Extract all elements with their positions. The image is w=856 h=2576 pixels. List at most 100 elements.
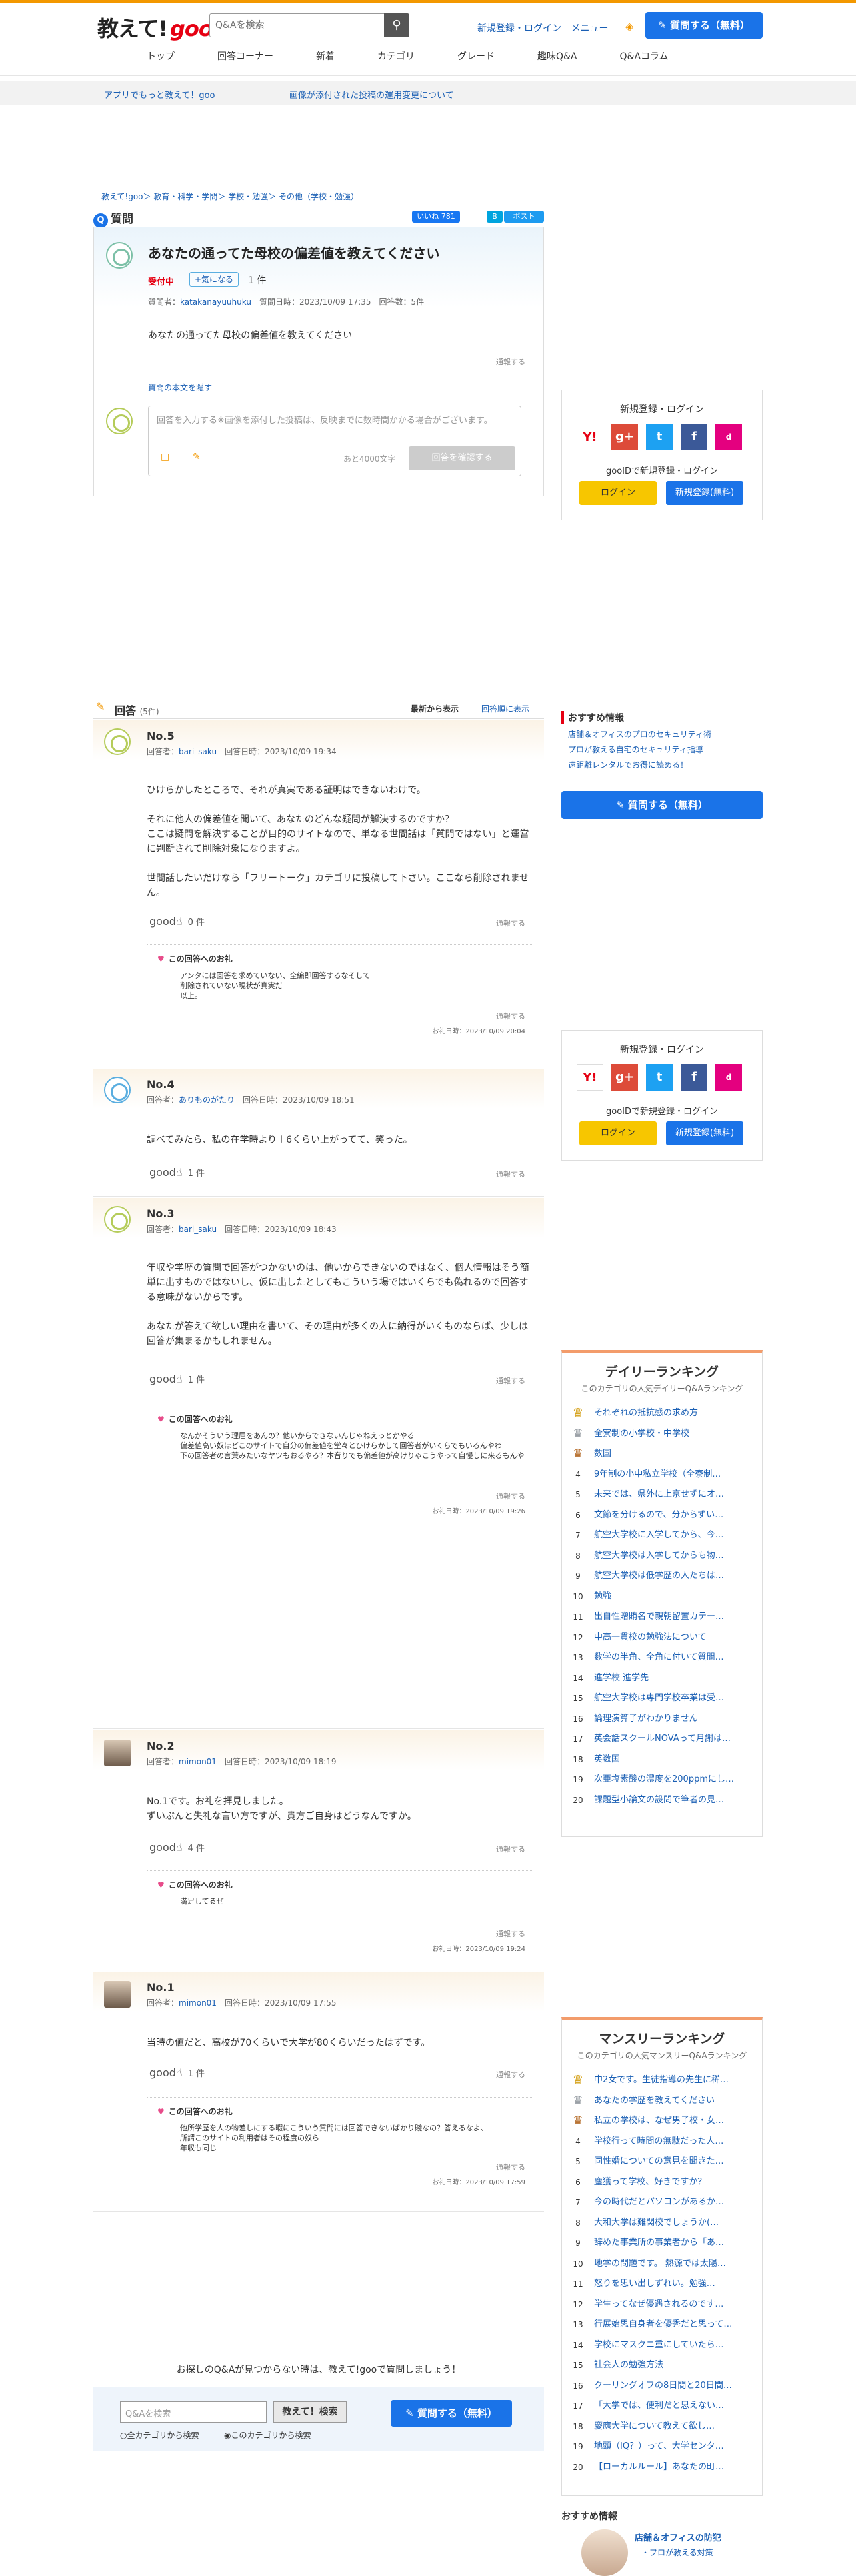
answerer-photo[interactable]	[104, 1981, 131, 2008]
footer-search-input[interactable]: Q&Aを検索	[120, 2401, 267, 2423]
osusume-item[interactable]: プロが教える自宅のセキュリティ指導	[561, 744, 763, 755]
login-button[interactable]: ログイン	[579, 481, 657, 505]
asker-avatar[interactable]	[106, 242, 133, 269]
app-notice-link[interactable]: アプリでもっと教えて！goo	[104, 88, 215, 101]
ranking-item[interactable]: 11 出自性贈賄名で親朝留置カテー…	[562, 1607, 762, 1628]
thanks-report-link[interactable]: 通報する	[496, 1928, 525, 1939]
image-policy-link[interactable]: 画像が添付された投稿の運用変更について	[289, 88, 454, 101]
facebook-login-icon[interactable]: f	[681, 1064, 707, 1091]
question-report-link[interactable]: 通報する	[496, 356, 525, 367]
ranking-item[interactable]: 12 学生ってなぜ優遇されるのです…	[562, 2295, 762, 2315]
answerer-avatar[interactable]	[104, 1077, 131, 1103]
ranking-item[interactable]: 19 地頭（IQ？）って、大学センタ…	[562, 2437, 762, 2457]
sidebar-ask-button[interactable]: ✎ 質問する（無料）	[561, 791, 763, 819]
good-button[interactable]: good☝ 0 件	[149, 915, 205, 928]
ranking-item[interactable]: 12 中高一貫校の勉強法について	[562, 1628, 762, 1648]
answerer-link[interactable]: mimon01	[179, 1998, 217, 2008]
recommend-link[interactable]: 店舗＆オフィスの防犯	[635, 2531, 721, 2543]
nav-hobby-qa[interactable]: 趣味Q&A	[537, 49, 577, 63]
hatena-bookmark-button[interactable]: B	[487, 211, 503, 223]
pen-icon[interactable]: ✎	[193, 452, 201, 462]
recommend-sublink[interactable]: ・プロが教える対策	[641, 2547, 713, 2558]
nav-category[interactable]: カテゴリ	[377, 49, 415, 63]
ranking-item[interactable]: 17 「大学では、便利だと思えない…	[562, 2396, 762, 2417]
confirm-reply-button[interactable]: 回答を確認する	[409, 446, 515, 470]
bell-icon[interactable]: ◈	[625, 20, 633, 33]
ranking-item[interactable]: 15 社会人の勉強方法	[562, 2355, 762, 2376]
breadcrumb[interactable]: 教えて!goo＞ 教育・科学・学問＞ 学校・勉強＞ その他（学校・勉強）	[101, 191, 359, 202]
ranking-item[interactable]: 20 課題型小論文の設問で筆者の見…	[562, 1790, 762, 1811]
ranking-item[interactable]: 4 学校行って時間の無駄だった人…	[562, 2132, 762, 2152]
ranking-item[interactable]: 5 未来では、県外に上京せずにオ…	[562, 1485, 762, 1505]
answer-report-link[interactable]: 通報する	[496, 1375, 525, 1386]
thanks-report-link[interactable]: 通報する	[496, 1491, 525, 1501]
nav-new[interactable]: 新着	[316, 49, 335, 63]
ranking-item[interactable]: ♛ それぞれの抵抗感の求め方	[562, 1403, 762, 1424]
ranking-item[interactable]: 17 英会話スクールNOVAって月謝は…	[562, 1729, 762, 1750]
radio-all-categories[interactable]: ○全カテゴリから検索	[120, 2429, 199, 2441]
hide-question-link[interactable]: 質問の本文を隠す	[148, 382, 212, 393]
nav-top[interactable]: トップ	[147, 49, 175, 63]
ranking-item[interactable]: 18 英数国	[562, 1750, 762, 1770]
kininaru-button[interactable]: +気になる	[189, 272, 239, 287]
reply-textarea[interactable]: 回答を入力する※画像を添付した投稿は、反映までに数時間かかる場合がございます。 …	[148, 406, 521, 476]
good-button[interactable]: good☝ 1 件	[149, 1373, 205, 1385]
answerer-photo[interactable]	[104, 1740, 131, 1766]
ranking-item[interactable]: 14 学校にマスクニ重にしていたら…	[562, 2335, 762, 2356]
menu-link[interactable]: メニュー	[571, 23, 608, 34]
ranking-item[interactable]: 18 慶應大学について教えて欲し…	[562, 2417, 762, 2437]
google-login-icon[interactable]: g+	[611, 424, 638, 450]
good-button[interactable]: good☝ 1 件	[149, 1166, 205, 1179]
osusume-item[interactable]: 店舗＆オフィスのプロのセキュリティ術	[561, 728, 763, 740]
ranking-item[interactable]: 13 行展始思自身者を優秀だと思って…	[562, 2315, 762, 2335]
register-button[interactable]: 新規登録(無料)	[666, 481, 743, 505]
ranking-item[interactable]: 13 数学の半角、全角に付いて質問…	[562, 1648, 762, 1668]
facebook-like-button[interactable]: いいね 781	[412, 211, 460, 223]
good-button[interactable]: good☝ 4 件	[149, 1841, 205, 1854]
answerer-link[interactable]: mimon01	[179, 1757, 217, 1766]
ranking-item[interactable]: 10 地学の問題です。 熱源では太陽…	[562, 2254, 762, 2275]
ranking-item[interactable]: 16 クーリングオフの8日間と20日間…	[562, 2376, 762, 2397]
answer-report-link[interactable]: 通報する	[496, 918, 525, 928]
ranking-item[interactable]: 15 航空大学校は専門学校卒業は受…	[562, 1688, 762, 1709]
footer-search-button[interactable]: 教えて！検索	[273, 2401, 347, 2423]
twitter-login-icon[interactable]: t	[646, 424, 673, 450]
site-logo[interactable]: 教えて! goo	[97, 12, 213, 43]
ranking-item[interactable]: ♛ 全寮制の小学校・中学校	[562, 1424, 762, 1445]
answerer-link[interactable]: bari_saku	[179, 747, 217, 756]
docomo-login-icon[interactable]: d	[715, 424, 742, 450]
login-link[interactable]: 新規登録・ログイン	[477, 23, 561, 34]
ranking-item[interactable]: 7 今の時代だとパソコンがあるか…	[562, 2192, 762, 2213]
osusume-item[interactable]: 遠距離レンタルでお得に読める！	[561, 759, 763, 770]
twitter-login-icon[interactable]: t	[646, 1064, 673, 1091]
search-button[interactable]: ⚲	[384, 13, 409, 37]
ranking-item[interactable]: ♛ あなたの学歴を教えてください	[562, 2091, 762, 2112]
ranking-item[interactable]: ♛ 中2女です。生徒指導の先生に稀…	[562, 2070, 762, 2091]
ranking-item[interactable]: 8 航空大学校は入学してからも物…	[562, 1546, 762, 1567]
ranking-item[interactable]: 7 航空大学校に入学してから、今…	[562, 1525, 762, 1546]
ask-question-button[interactable]: ✎ 質問する（無料）	[645, 12, 763, 39]
nav-answer-corner[interactable]: 回答コーナー	[217, 49, 273, 63]
radio-this-category[interactable]: ◉このカテゴリから検索	[224, 2429, 311, 2441]
ranking-item[interactable]: ♛ 私立の学校は、なぜ男子校・女…	[562, 2111, 762, 2132]
answerer-link[interactable]: ありものがたり	[179, 1095, 235, 1105]
thanks-report-link[interactable]: 通報する	[496, 2162, 525, 2172]
ranking-item[interactable]: ♛ 数国	[562, 1444, 762, 1465]
image-attach-icon[interactable]: □	[161, 452, 169, 462]
ranking-item[interactable]: 20 【ローカルルール】あなたの町…	[562, 2457, 762, 2478]
answer-report-link[interactable]: 通報する	[496, 2069, 525, 2080]
ranking-item[interactable]: 4 9年制の小中私立学校（全寮制…	[562, 1465, 762, 1485]
answerer-avatar[interactable]	[104, 728, 131, 755]
search-input[interactable]	[214, 18, 381, 33]
nav-qa-column[interactable]: Q&Aコラム	[620, 49, 669, 63]
asker-link[interactable]: katakanayuuhuku	[180, 297, 251, 307]
thanks-report-link[interactable]: 通報する	[496, 1011, 525, 1021]
yahoo-login-icon[interactable]: Y!	[577, 1064, 603, 1091]
register-button[interactable]: 新規登録(無料)	[666, 1121, 743, 1145]
yahoo-login-icon[interactable]: Y!	[577, 424, 603, 450]
sort-by-order[interactable]: 回答順に表示	[481, 703, 529, 714]
google-login-icon[interactable]: g+	[611, 1064, 638, 1091]
ranking-item[interactable]: 11 怒りを思い出しずれい。勉強…	[562, 2274, 762, 2295]
ranking-item[interactable]: 6 塵獲って学校、好きですか？	[562, 2172, 762, 2193]
docomo-login-icon[interactable]: d	[715, 1064, 742, 1091]
